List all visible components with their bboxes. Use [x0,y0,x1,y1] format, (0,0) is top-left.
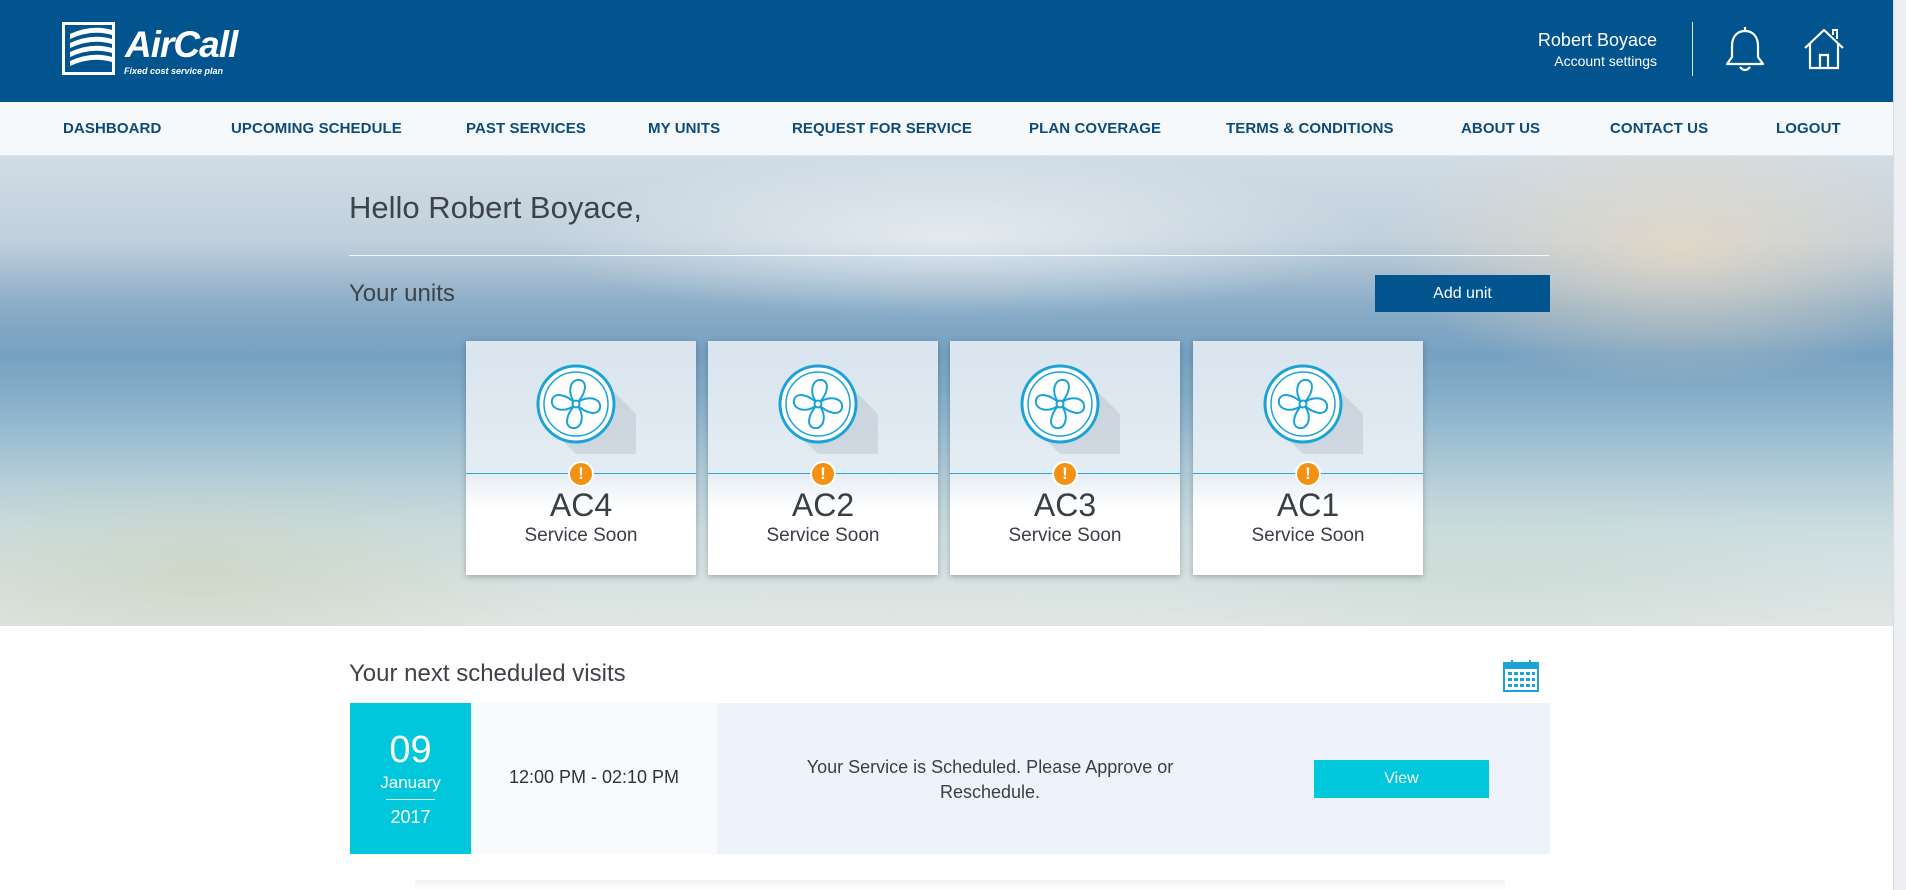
units-section-title: Your units [349,280,455,307]
unit-card-ac4[interactable]: ! AC4 Service Soon [466,341,696,575]
unit-name: AC1 [1276,487,1340,523]
visit-month: January [380,773,441,792]
nav-logout[interactable]: LOGOUT [1776,120,1841,137]
unit-name: AC3 [1033,487,1097,523]
fan-icon [536,364,636,454]
nav-plan-coverage[interactable]: PLAN COVERAGE [1029,120,1161,137]
account-menu[interactable]: Robert Boyace Account settings [1538,30,1657,69]
unit-card-ac2[interactable]: ! AC2 Service Soon [708,341,938,575]
account-settings-link[interactable]: Account settings [1538,53,1657,69]
nav-request-for-service[interactable]: REQUEST FOR SERVICE [792,120,972,137]
aircall-logo[interactable]: AirCall Fixed cost service plan [62,22,238,80]
alert-icon: ! [1052,461,1078,487]
logo-tagline: Fixed cost service plan [124,66,224,76]
page: AirCall Fixed cost service plan Robert B… [0,0,1906,890]
fan-icon [1020,364,1120,454]
unit-status: Service Soon [1251,525,1365,546]
next-card-edge [415,880,1505,890]
home-icon[interactable] [1801,26,1847,72]
scheduled-visit-row: 09 January 2017 12:00 PM - 02:10 PM Your… [350,703,1550,854]
add-unit-button[interactable]: Add unit [1375,275,1550,312]
hero-divider [349,255,1549,256]
visit-date: 09 January 2017 [350,703,471,854]
nav-terms-conditions[interactable]: TERMS & CONDITIONS [1226,120,1394,137]
logo-mark-icon [62,22,115,75]
bell-icon[interactable] [1722,26,1768,74]
user-name: Robert Boyace [1537,30,1657,50]
top-header: AirCall Fixed cost service plan Robert B… [0,0,1893,102]
page-scrollbar[interactable] [1893,0,1906,890]
visit-message: Your Service is Scheduled. Please Approv… [806,757,1174,802]
visit-day: 09 [389,729,432,771]
logo-wordmark: AirCall [125,24,238,65]
visit-time: 12:00 PM - 02:10 PM [508,767,680,787]
unit-card-ac1[interactable]: ! AC1 Service Soon [1193,341,1423,575]
unit-status: Service Soon [524,525,638,546]
unit-status: Service Soon [766,525,880,546]
date-divider [386,799,435,800]
fan-icon [1263,364,1363,454]
nav-my-units[interactable]: MY UNITS [648,120,720,137]
alert-icon: ! [568,461,594,487]
visit-time-block: 12:00 PM - 02:10 PM [471,703,717,854]
fan-icon [778,364,878,454]
view-visit-button[interactable]: View [1314,760,1489,798]
unit-status: Service Soon [1008,525,1122,546]
unit-name: AC2 [791,487,855,523]
nav-about-us[interactable]: ABOUT US [1461,120,1540,137]
greeting-heading: Hello Robert Boyace, [349,190,642,225]
hero-background [0,156,1893,626]
header-divider [1692,22,1693,76]
nav-contact-us[interactable]: CONTACT US [1610,120,1708,137]
main-nav: DASHBOARD UPCOMING SCHEDULE PAST SERVICE… [0,102,1893,156]
nav-past-services[interactable]: PAST SERVICES [466,120,586,137]
visit-year: 2017 [390,807,431,827]
alert-icon: ! [1295,461,1321,487]
unit-name: AC4 [549,487,613,523]
scheduled-visits-title: Your next scheduled visits [349,660,626,687]
nav-upcoming-schedule[interactable]: UPCOMING SCHEDULE [231,120,402,137]
nav-dashboard[interactable]: DASHBOARD [63,120,161,137]
unit-card-ac3[interactable]: ! AC3 Service Soon [950,341,1180,575]
alert-icon: ! [810,461,836,487]
calendar-icon[interactable] [1503,659,1539,692]
hero-overlay [0,156,1893,626]
